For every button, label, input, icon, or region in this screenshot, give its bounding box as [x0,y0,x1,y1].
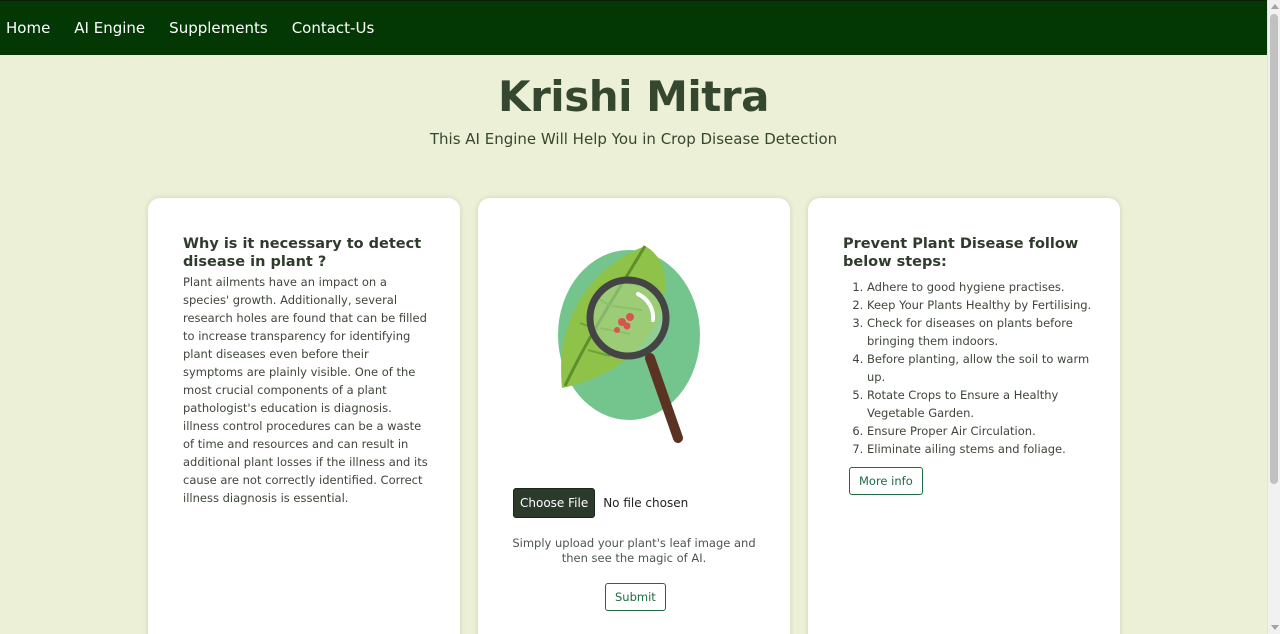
prevention-step: Adhere to good hygiene practises. [867,278,1093,296]
page-scrollbar[interactable] [1267,0,1280,634]
prevent-disease-heading: Prevent Plant Disease follow below steps… [843,236,1079,270]
prevention-step: Check for diseases on plants before brin… [867,314,1093,350]
prevent-disease-card: Prevent Plant Disease follow below steps… [808,198,1120,634]
nav-supplements-link[interactable]: Supplements [169,19,268,37]
scrollbar-thumb[interactable] [1270,14,1278,484]
choose-file-button[interactable]: Choose File [513,488,596,518]
page-title: Krishi Mitra [498,72,769,121]
prevention-step: Before planting, allow the soil to warm … [867,350,1093,386]
why-detect-heading: Why is it necessary to detect disease in… [183,236,422,270]
more-info-button[interactable]: More info [849,467,923,495]
nav-home-link[interactable]: Home [6,19,50,37]
why-detect-card: Why is it necessary to detect disease in… [148,198,460,634]
nav-ai-engine-link[interactable]: AI Engine [74,19,145,37]
scroll-down-arrow[interactable] [1271,625,1279,630]
file-status-text: No file chosen [603,496,689,510]
why-detect-body: Plant ailments have an impact on a speci… [183,275,428,505]
prevention-step: Ensure Proper Air Circulation. [867,422,1093,440]
leaf-magnifier-illustration [558,245,700,443]
upload-hint-text: Simply upload your plant's leaf image an… [512,536,756,565]
prevention-step: Eliminate ailing stems and foliage. [867,440,1093,458]
upload-card: Choose File No file chosen Simply upload… [478,198,790,634]
prevention-step: Rotate Crops to Ensure a Healthy Vegetab… [867,386,1093,422]
nav-contact-us-link[interactable]: Contact-Us [292,19,375,37]
file-input-row: Choose File No file chosen [513,488,688,518]
prevention-step: Keep Your Plants Healthy by Fertilising. [867,296,1093,314]
scroll-up-arrow[interactable] [1271,4,1279,9]
page-subtitle: This AI Engine Will Help You in Crop Dis… [429,130,838,148]
submit-button[interactable]: Submit [605,583,666,611]
top-navbar: Home AI Engine Supplements Contact-Us [0,0,1267,55]
prevention-steps-list: Adhere to good hygiene practises. Keep Y… [843,278,1093,458]
